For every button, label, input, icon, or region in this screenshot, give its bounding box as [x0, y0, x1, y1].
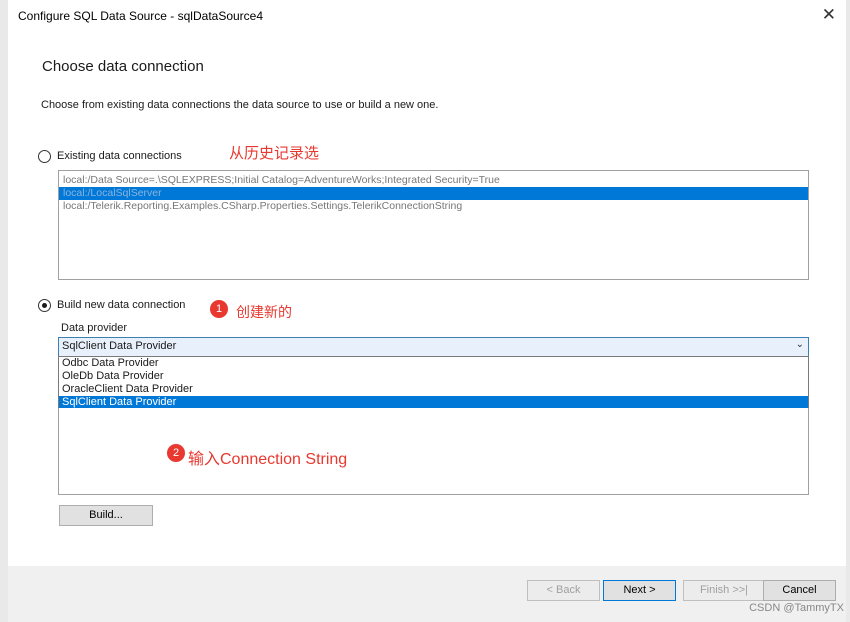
chevron-down-icon[interactable]: ⌄ — [796, 339, 804, 350]
list-item[interactable]: local:/Data Source=.\SQLEXPRESS;Initial … — [59, 174, 808, 187]
page-description: Choose from existing data connections th… — [41, 99, 439, 111]
build-button[interactable]: Build... — [59, 505, 153, 526]
background-edge-left — [0, 0, 8, 622]
background-edge-right — [846, 0, 850, 622]
data-provider-value: SqlClient Data Provider — [62, 340, 177, 352]
dialog-titlebar: Configure SQL Data Source - sqlDataSourc… — [8, 0, 846, 32]
dropdown-option-oledb[interactable]: OleDb Data Provider — [59, 370, 808, 383]
page-heading: Choose data connection — [42, 58, 204, 75]
dropdown-option-oracleclient[interactable]: OracleClient Data Provider — [59, 383, 808, 396]
dialog-footer: < Back Next > Finish >>| Cancel — [8, 566, 846, 622]
dialog-title: Configure SQL Data Source - sqlDataSourc… — [18, 9, 264, 23]
build-new-connection-radio[interactable] — [38, 299, 51, 312]
back-button[interactable]: < Back — [527, 580, 600, 601]
annotation-history: 从历史记录选 — [229, 145, 320, 162]
watermark: CSDN @TammyTX — [749, 602, 844, 614]
list-item-selected[interactable]: local:/LocalSqlServer — [59, 187, 808, 200]
list-item[interactable]: local:/Telerik.Reporting.Examples.CSharp… — [59, 200, 808, 213]
dropdown-option-odbc[interactable]: Odbc Data Provider — [59, 357, 808, 370]
dialog-body: Choose data connection Choose from exist… — [8, 32, 846, 622]
cancel-button[interactable]: Cancel — [763, 580, 836, 601]
next-button[interactable]: Next > — [603, 580, 676, 601]
existing-connections-radio[interactable] — [38, 150, 51, 163]
close-icon[interactable]: ✕ — [822, 5, 836, 25]
annotation-badge-1: 1 — [210, 300, 228, 318]
data-provider-dropdown[interactable]: Odbc Data Provider OleDb Data Provider O… — [58, 356, 809, 411]
annotation-connection-string: 输入Connection String — [188, 451, 348, 468]
build-new-connection-label[interactable]: Build new data connection — [57, 299, 185, 311]
existing-connections-list[interactable]: local:/Data Source=.\SQLEXPRESS;Initial … — [58, 170, 809, 280]
finish-button[interactable]: Finish >>| — [683, 580, 765, 601]
annotation-badge-2: 2 — [167, 444, 185, 462]
existing-connections-label[interactable]: Existing data connections — [57, 150, 182, 162]
annotation-create-new: 创建新的 — [236, 304, 292, 320]
data-provider-label: Data provider — [61, 322, 128, 334]
data-provider-select[interactable]: SqlClient Data Provider ⌄ — [58, 337, 809, 357]
